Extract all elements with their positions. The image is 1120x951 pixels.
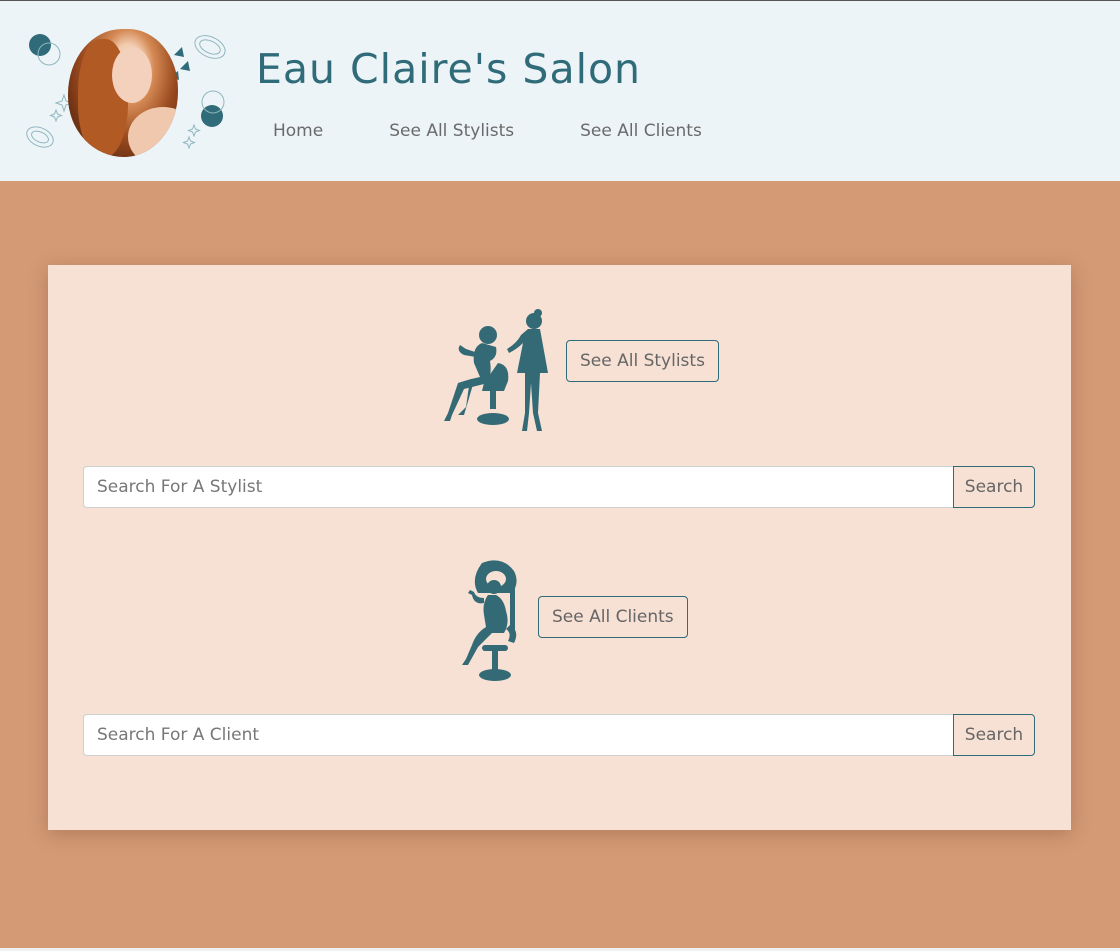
client-search-input[interactable] bbox=[83, 714, 953, 756]
stylists-row: See All Stylists bbox=[424, 307, 719, 437]
stylist-silhouette-icon bbox=[444, 309, 548, 431]
main-card: See All Stylists Search See A bbox=[48, 265, 1071, 830]
clients-row: See All Clients bbox=[448, 555, 688, 687]
stylist-search-input[interactable] bbox=[83, 466, 953, 508]
stylist-search-button[interactable]: Search bbox=[953, 466, 1035, 508]
nav-link-stylists[interactable]: See All Stylists bbox=[389, 121, 514, 141]
nav-link-clients[interactable]: See All Clients bbox=[580, 121, 702, 141]
logo-portrait-image bbox=[68, 29, 178, 157]
client-search-button[interactable]: Search bbox=[953, 714, 1035, 756]
site-header: Eau Claire's Salon Home See All Stylists… bbox=[0, 1, 1120, 181]
client-search-group: Search bbox=[83, 714, 1035, 756]
client-dryer-silhouette-icon bbox=[462, 560, 517, 681]
site-title: Eau Claire's Salon bbox=[256, 45, 642, 93]
stylist-search-group: Search bbox=[83, 466, 1035, 508]
nav-link-home[interactable]: Home bbox=[273, 121, 323, 141]
salon-logo[interactable] bbox=[24, 25, 234, 160]
see-all-stylists-button[interactable]: See All Stylists bbox=[566, 340, 719, 382]
see-all-clients-button[interactable]: See All Clients bbox=[538, 596, 688, 638]
main-nav: Home See All Stylists See All Clients bbox=[256, 121, 702, 141]
